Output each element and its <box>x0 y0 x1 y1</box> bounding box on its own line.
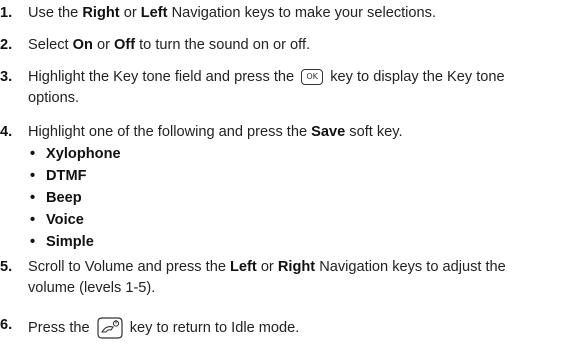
end-key-icon <box>97 317 123 339</box>
option-label: Voice <box>46 212 84 228</box>
list-item: • DTMF <box>30 168 87 184</box>
bullet-glyph: • <box>30 234 36 250</box>
ok-key-label: OK <box>306 72 318 82</box>
text-run: soft key. <box>345 124 403 140</box>
step-number: 3. <box>0 69 13 85</box>
step-number: 4. <box>0 124 13 140</box>
option-label: Xylophone <box>46 146 121 162</box>
text-run: Scroll to Volume and press the <box>28 259 230 275</box>
bullet-glyph: • <box>30 212 36 228</box>
list-item: • Simple <box>30 234 94 250</box>
step-text: Highlight the Key tone field and press t… <box>28 69 505 86</box>
step-text: Select On or Off to turn the sound on or… <box>28 37 310 53</box>
text-run: or <box>256 259 278 275</box>
step-number: 5. <box>0 259 13 275</box>
emphasized-text: Right <box>277 259 316 275</box>
step-number: 6. <box>0 317 13 333</box>
step-text: Use the Right or Left Navigation keys to… <box>28 5 436 21</box>
step-text-continued: volume (levels 1-5). <box>28 280 155 296</box>
bullet-glyph: • <box>30 146 36 162</box>
text-run: Select <box>28 37 73 53</box>
step-text-continued: options. <box>28 90 79 106</box>
step-number: 1. <box>0 5 13 21</box>
option-label: DTMF <box>46 168 87 184</box>
emphasized-text: Left <box>230 259 257 275</box>
bullet-glyph: • <box>30 190 36 206</box>
step-text: Press the key to return to Idle mode. <box>28 317 299 339</box>
text-run: Highlight the Key tone field and press t… <box>28 69 299 85</box>
text-run: Highlight one of the following and press… <box>28 124 312 140</box>
step-text: Scroll to Volume and press the Left or R… <box>28 259 506 275</box>
instruction-list: 1. Use the Right or Left Navigation keys… <box>0 0 582 352</box>
text-run: Press the <box>28 319 94 336</box>
text-run: Use the <box>28 5 83 21</box>
text-run: Navigation keys to make your selections. <box>167 5 437 21</box>
list-item: • Beep <box>30 190 82 206</box>
option-label: Beep <box>46 190 82 206</box>
text-run: options. <box>28 90 80 106</box>
text-run: volume (levels 1-5). <box>28 280 156 296</box>
list-item: • Xylophone <box>30 146 121 162</box>
emphasized-text: Off <box>114 37 136 53</box>
emphasized-text: Left <box>140 5 168 21</box>
text-run: to turn the sound on or off. <box>135 37 311 53</box>
step-number: 2. <box>0 37 13 53</box>
ok-key-icon: OK <box>301 69 324 86</box>
emphasized-text: On <box>72 37 93 53</box>
emphasized-text: Right <box>82 5 120 21</box>
bullet-glyph: • <box>30 168 36 184</box>
text-run: or <box>92 37 114 53</box>
text-run: or <box>119 5 141 21</box>
emphasized-text: Save <box>311 124 346 140</box>
step-text: Highlight one of the following and press… <box>28 124 403 140</box>
text-run: Navigation keys to adjust the <box>315 259 506 275</box>
option-label: Simple <box>46 234 94 250</box>
list-item: • Voice <box>30 212 84 228</box>
text-run: key to return to Idle mode. <box>125 319 300 336</box>
text-run: key to display the Key tone <box>326 69 505 85</box>
